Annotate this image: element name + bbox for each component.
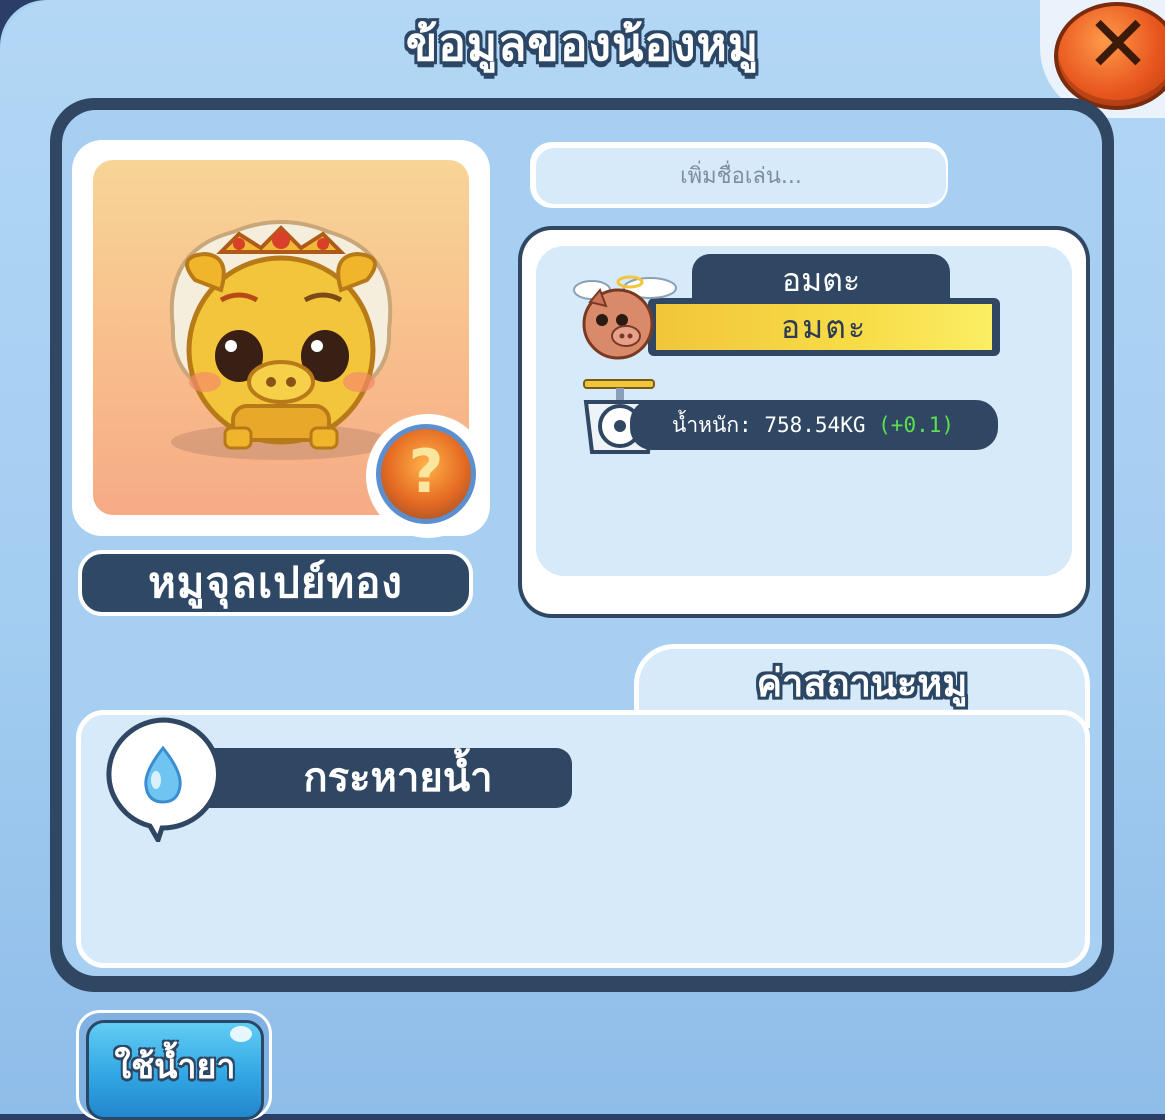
trait-pill: กระหายน้ำ xyxy=(178,748,572,808)
close-x-icon[interactable]: ✕ xyxy=(1078,5,1158,85)
nickname-field-frame xyxy=(530,142,948,208)
weight-label: น้ำหนัก: 758.54KG xyxy=(672,413,866,437)
pig-name-label: หมูจุลเปย์ทอง xyxy=(78,550,473,616)
button-shine xyxy=(230,1026,252,1042)
question-badge-icon[interactable]: ? xyxy=(376,424,476,524)
stats-tab-label: ค่าสถานะหมู xyxy=(756,661,968,705)
weight-bar: น้ำหนัก: 758.54KG (+0.1) xyxy=(630,400,998,450)
water-drop-icon xyxy=(100,714,226,847)
nickname-input[interactable] xyxy=(536,148,946,204)
weight-delta: (+0.1) xyxy=(878,413,955,437)
status-bar: อมตะ xyxy=(656,304,992,350)
dialog-title: ข้อมูลของน้องหมู xyxy=(405,17,760,71)
angel-pig-icon xyxy=(572,268,682,368)
